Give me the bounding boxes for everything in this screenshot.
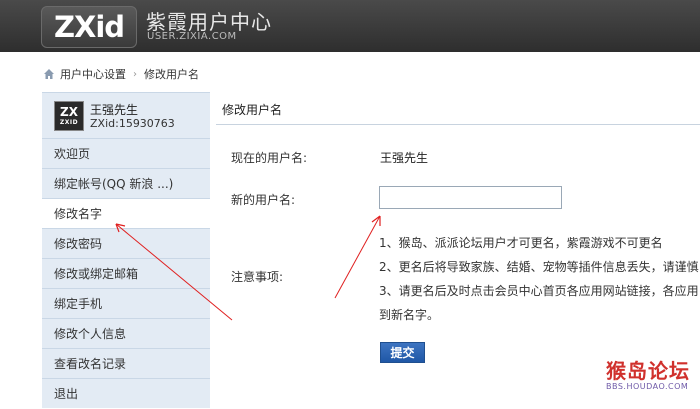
- sidebar: ZX ZXID 王强先生 ZXid:15930763 欢迎页 绑定帐号(QQ 新…: [42, 92, 210, 408]
- submit-button[interactable]: 提交: [380, 342, 425, 363]
- sidebar-item-rename-history[interactable]: 查看改名记录: [42, 348, 210, 378]
- current-name-value: 王强先生: [380, 151, 429, 165]
- page-title: 修改用户名: [222, 103, 283, 117]
- home-icon[interactable]: [43, 68, 55, 80]
- breadcrumb: 用户中心设置 › 修改用户名: [43, 66, 199, 82]
- zxid-logo[interactable]: ZXid: [41, 6, 137, 48]
- breadcrumb-home[interactable]: 用户中心设置: [60, 66, 126, 82]
- sidebar-item-profile[interactable]: 修改个人信息: [42, 318, 210, 348]
- new-name-label: 新的用户名:: [231, 193, 296, 207]
- sidebar-item-logout[interactable]: 退出: [42, 378, 210, 408]
- user-name: 王强先生: [90, 103, 139, 117]
- sidebar-item-email[interactable]: 修改或绑定邮箱: [42, 258, 210, 288]
- user-id: ZXid:15930763: [90, 117, 175, 130]
- arrow-to-input-icon: [334, 215, 381, 299]
- watermark-url: BBS.HOUDAO.COM: [606, 382, 689, 391]
- sidebar-item-bind-account[interactable]: 绑定帐号(QQ 新浪 ...): [42, 168, 210, 198]
- breadcrumb-separator-icon: ›: [133, 68, 137, 80]
- sidebar-item-welcome[interactable]: 欢迎页: [42, 138, 210, 168]
- avatar-logo-text: ZX: [60, 105, 78, 119]
- logo-text: ZXid: [53, 10, 125, 44]
- current-name-label: 现在的用户名:: [231, 151, 308, 165]
- note-line-3: 3、请更名后及时点击会员中心首页各应用网站链接，各应用: [379, 284, 699, 298]
- avatar: ZX ZXID: [54, 101, 84, 131]
- sidebar-item-bind-phone[interactable]: 绑定手机: [42, 288, 210, 318]
- title-divider: [216, 124, 700, 125]
- notes-label: 注意事项:: [231, 270, 284, 284]
- watermark-logo: 猴岛论坛: [606, 359, 690, 383]
- note-line-2: 2、更名后将导致家族、结婚、宠物等插件信息丢失，请谨慎: [379, 260, 699, 274]
- breadcrumb-current: 修改用户名: [144, 68, 199, 81]
- note-line-1: 1、猴岛、派派论坛用户才可更名，紫霞游戏不可更名: [379, 236, 663, 250]
- sidebar-item-change-name[interactable]: 修改名字: [42, 198, 210, 228]
- sidebar-item-change-password[interactable]: 修改密码: [42, 228, 210, 258]
- site-domain: USER.ZIXIA.COM: [147, 31, 237, 42]
- new-name-input[interactable]: [379, 186, 562, 209]
- avatar-logo-subtext: ZXID: [59, 119, 79, 126]
- user-card: ZX ZXID 王强先生 ZXid:15930763: [42, 93, 210, 138]
- top-header: ZXid 紫霞用户中心 USER.ZIXIA.COM: [0, 0, 700, 52]
- note-line-4: 到新名字。: [379, 308, 440, 322]
